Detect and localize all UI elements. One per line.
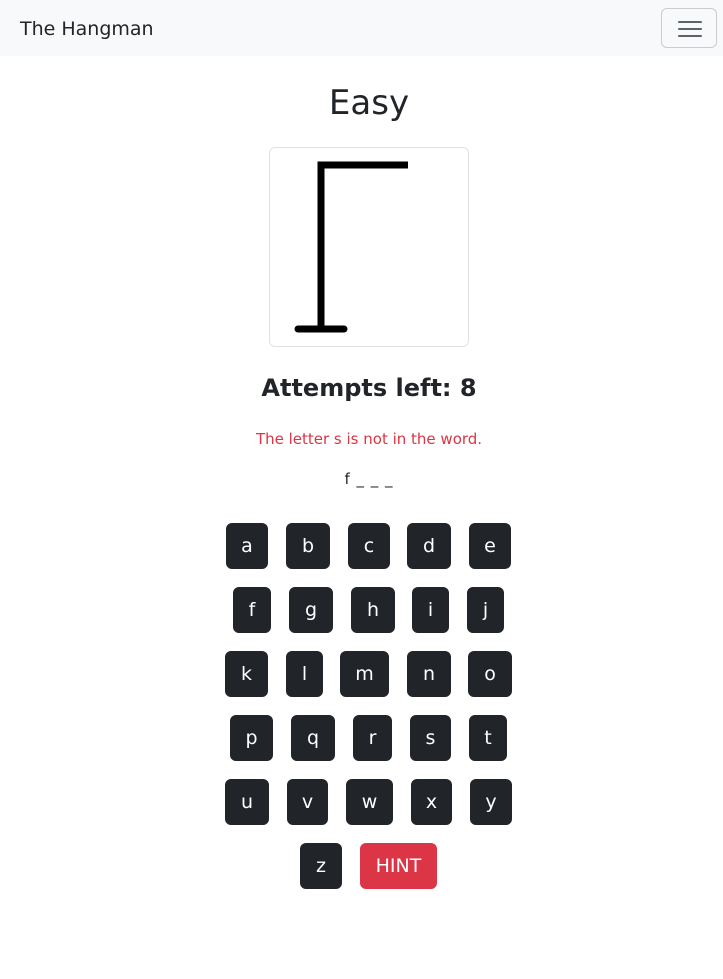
hamburger-menu-icon: [678, 21, 702, 23]
hangman-drawing: [269, 147, 469, 347]
key-u[interactable]: u: [225, 779, 269, 825]
key-s[interactable]: s: [410, 715, 451, 761]
key-f[interactable]: f: [233, 587, 271, 633]
key-g[interactable]: g: [289, 587, 333, 633]
key-d[interactable]: d: [407, 523, 451, 569]
key-z[interactable]: z: [300, 843, 342, 889]
hamburger-menu-icon-bar: [678, 35, 702, 37]
feedback-message: The letter s is not in the word.: [255, 430, 483, 448]
navbar: The Hangman: [0, 0, 723, 56]
navbar-toggle-button[interactable]: [661, 8, 717, 48]
key-k[interactable]: k: [225, 651, 268, 697]
gallows-icon: [294, 161, 408, 333]
hamburger-menu-icon-bar: [678, 28, 702, 30]
key-j[interactable]: j: [467, 587, 504, 633]
key-e[interactable]: e: [469, 523, 511, 569]
key-x[interactable]: x: [411, 779, 452, 825]
key-h[interactable]: h: [351, 587, 395, 633]
navbar-brand[interactable]: The Hangman: [20, 16, 154, 42]
key-n[interactable]: n: [407, 651, 451, 697]
key-r[interactable]: r: [353, 715, 392, 761]
hint-button[interactable]: HINT: [360, 843, 437, 889]
key-a[interactable]: a: [226, 523, 268, 569]
key-p[interactable]: p: [230, 715, 273, 761]
key-q[interactable]: q: [291, 715, 335, 761]
key-w[interactable]: w: [346, 779, 393, 825]
key-m[interactable]: m: [340, 651, 389, 697]
key-b[interactable]: b: [286, 523, 330, 569]
word-progress: f _ _ _: [344, 470, 394, 488]
key-l[interactable]: l: [286, 651, 323, 697]
key-o[interactable]: o: [468, 651, 512, 697]
level-title: Easy: [328, 83, 410, 123]
key-c[interactable]: c: [348, 523, 390, 569]
key-i[interactable]: i: [412, 587, 449, 633]
key-t[interactable]: t: [469, 715, 507, 761]
attempts-left: Attempts left: 8: [261, 374, 477, 402]
key-v[interactable]: v: [287, 779, 328, 825]
key-y[interactable]: y: [470, 779, 512, 825]
